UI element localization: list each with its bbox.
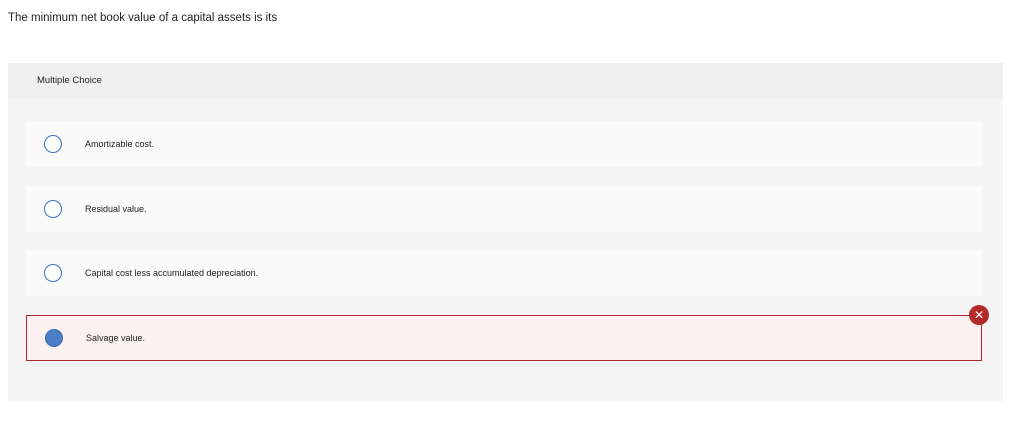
choice-label: Capital cost less accumulated depreciati… (85, 268, 259, 278)
choice-option-1[interactable]: Amortizable cost. (26, 121, 982, 167)
choice-label: Residual value. (85, 204, 147, 214)
question-text: The minimum net book value of a capital … (8, 12, 278, 24)
multiple-choice-panel: Multiple Choice Amortizable cost. Residu… (8, 63, 1003, 401)
radio-button-icon[interactable] (44, 200, 62, 218)
question-type-label: Multiple Choice (8, 63, 1003, 98)
x-icon: ✕ (969, 305, 989, 325)
radio-button-icon[interactable] (44, 264, 62, 282)
choice-option-2[interactable]: Residual value. (26, 186, 982, 232)
choice-label: Salvage value. (86, 333, 146, 343)
radio-button-selected-icon[interactable] (45, 329, 63, 347)
radio-button-icon[interactable] (44, 135, 62, 153)
choice-option-4-selected-incorrect[interactable]: Salvage value. ✕ (26, 305, 989, 361)
choice-label: Amortizable cost. (85, 139, 155, 149)
choice-option-3[interactable]: Capital cost less accumulated depreciati… (26, 250, 982, 296)
